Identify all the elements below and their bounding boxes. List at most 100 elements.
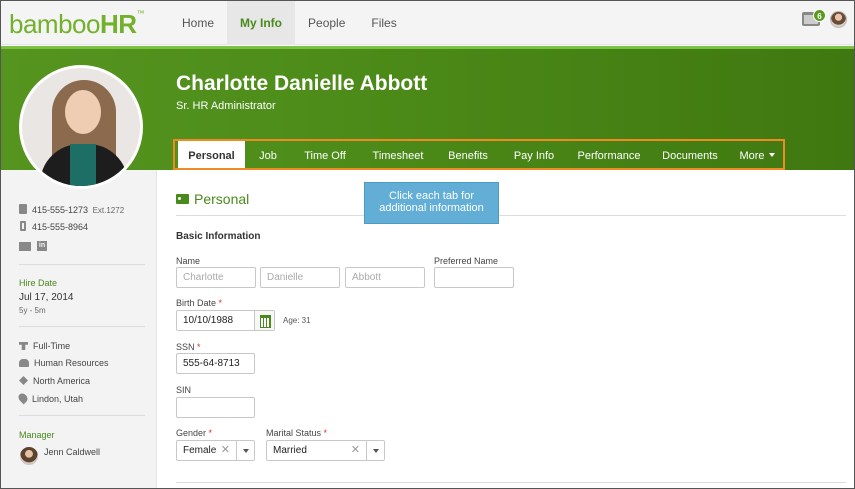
last-name-field[interactable]: Abbott [345,267,425,288]
clear-icon[interactable]: ✕ [221,441,230,460]
hire-date-label: Hire Date [19,278,58,288]
desk-phone-icon [19,204,27,214]
tooltip-line-1: Click each tab for [389,190,474,202]
birth-date-label: Birth Date * [176,298,222,308]
sidebar-divider [19,326,145,327]
employment-type-row: Full-Time [19,341,70,351]
bamboohr-logo[interactable]: bambooHR™ [9,9,145,40]
name-label: Name [176,256,201,266]
chevron-down-icon[interactable] [236,441,254,460]
preferred-name-field[interactable] [434,267,514,288]
tab-more-label: More [739,150,765,162]
tab-job[interactable]: Job [245,141,291,168]
first-name-field[interactable]: Charlotte [176,267,256,288]
required-mark: * [197,342,201,352]
employment-type: Full-Time [33,341,71,351]
marital-status-value: Married [273,445,307,456]
middle-name-field[interactable]: Danielle [260,267,340,288]
location-row: Lindon, Utah [16,391,84,405]
region-icon [19,376,28,385]
app-frame: bambooHR™ Home My Info People Files 6 Ch… [0,0,855,489]
tab-performance[interactable]: Performance [569,141,649,168]
gender-select[interactable]: Female ✕ [176,440,255,461]
sin-field[interactable] [176,397,255,418]
section-divider [176,482,846,483]
section-title: Personal [194,191,250,207]
tab-personal[interactable]: Personal [178,141,245,168]
sidebar-divider [19,415,145,416]
preferred-name-label: Preferred Name [434,256,499,266]
employee-sidebar: 415-555-1273 Ext.1272 415-555-8964 in Hi… [1,170,157,488]
calendar-icon[interactable] [254,311,274,330]
nav-files[interactable]: Files [358,1,409,45]
tab-benefits[interactable]: Benefits [437,141,499,168]
logo-trademark: ™ [136,9,145,18]
section-divider [176,215,846,216]
tab-more[interactable]: More [731,141,783,168]
work-phone[interactable]: 415-555-1273 [32,205,88,215]
sidebar-divider [19,264,145,265]
tab-timesheet[interactable]: Timesheet [359,141,437,168]
tenure: 5y - 5m [19,306,46,315]
logo-text-bold: HR [99,9,137,39]
profile-tabs: Personal Job Time Off Timesheet Benefits… [173,139,785,170]
employee-title: Sr. HR Administrator [176,100,276,112]
manager-label: Manager [19,430,55,440]
department-icon [19,359,29,367]
birth-date-field[interactable]: 10/10/1988 [176,310,275,331]
gender-value: Female [183,445,217,456]
linkedin-icon[interactable]: in [37,241,47,251]
nav-people[interactable]: People [295,1,358,45]
top-nav: bambooHR™ Home My Info People Files 6 [1,1,854,45]
tab-documents[interactable]: Documents [649,141,731,168]
region: North America [33,376,91,386]
photo-shirt [70,144,96,186]
manager-avatar[interactable] [20,447,38,465]
caret-down-icon [768,153,775,158]
id-card-icon [176,194,189,204]
clear-icon[interactable]: ✕ [351,441,360,460]
ssn-label: SSN * [176,342,201,352]
inbox-count-badge: 6 [813,9,826,22]
nav-home[interactable]: Home [169,1,227,45]
required-mark: * [218,298,223,308]
region-row: North America [19,376,90,386]
department: Human Resources [34,358,109,368]
gender-label-text: Gender [176,428,207,438]
work-extension: Ext.1272 [92,206,125,215]
location-pin-icon [16,391,30,405]
required-mark: * [323,428,328,438]
location: Lindon, Utah [32,394,84,404]
employment-type-icon [19,342,28,350]
nav-my-info[interactable]: My Info [227,1,296,45]
employee-photo[interactable] [19,65,143,189]
email-icon[interactable] [19,242,31,251]
logo-text: bamboo [9,9,100,39]
ssn-field[interactable]: 555-64-8713 [176,353,255,374]
basic-information-heading: Basic Information [176,231,261,242]
hire-date: Jul 17, 2014 [19,292,74,303]
age-readout: Age: 31 [283,316,311,325]
photo-face [65,90,101,134]
birth-date-label-text: Birth Date [176,298,217,308]
tooltip-line-2: additional information [379,202,484,214]
mobile-phone-icon [20,221,26,231]
chevron-down-icon[interactable] [366,441,384,460]
sin-label: SIN [176,385,192,395]
department-row: Human Resources [19,358,109,368]
tab-pay-info[interactable]: Pay Info [499,141,569,168]
help-tooltip: Click each tab for additional informatio… [364,182,499,224]
mobile-phone[interactable]: 415-555-8964 [32,222,88,232]
manager-name[interactable]: Jenn Caldwell [44,447,100,457]
required-mark: * [208,428,213,438]
tab-time-off[interactable]: Time Off [291,141,359,168]
gender-label: Gender * [176,428,212,438]
main-nav: Home My Info People Files [169,1,410,45]
work-phone-row: 415-555-1273 Ext.1272 [19,204,124,215]
marital-status-select[interactable]: Married ✕ [266,440,385,461]
mobile-phone-row: 415-555-8964 [19,221,88,232]
user-avatar[interactable] [830,11,847,28]
ssn-label-text: SSN [176,342,195,352]
marital-status-label-text: Marital Status [266,428,322,438]
marital-status-label: Marital Status * [266,428,327,438]
